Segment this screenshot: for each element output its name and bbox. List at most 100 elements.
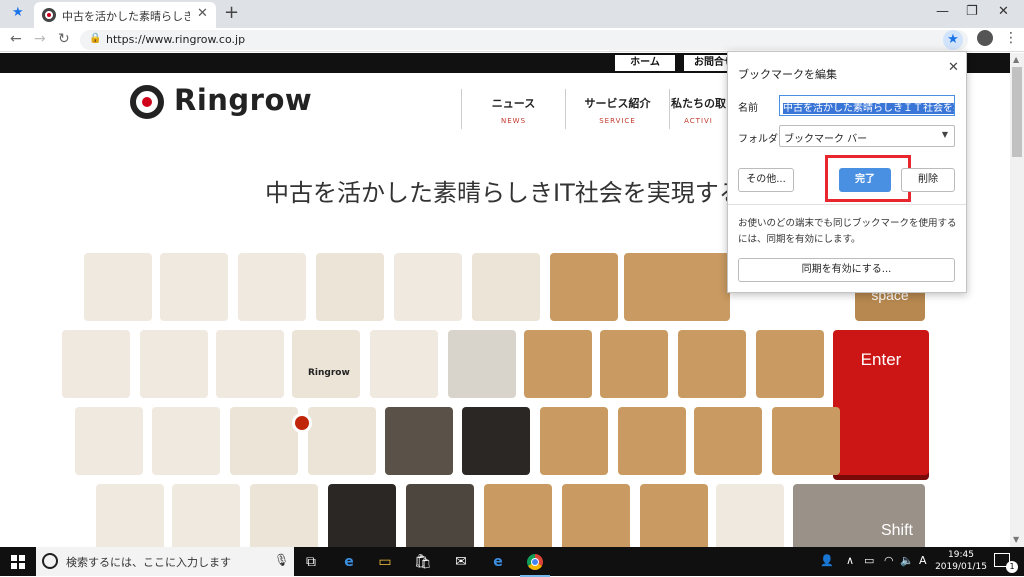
home-button[interactable]: ホーム <box>615 55 675 71</box>
microphone-icon[interactable]: 🎙 <box>274 553 289 567</box>
tab-title: 中古を活かした素晴らしきＩＴ社会を <box>62 10 190 23</box>
mosaic-key <box>394 253 462 321</box>
mosaic-key <box>618 407 686 475</box>
mosaic-key-logo-wall: Ringrow <box>292 330 360 398</box>
enable-sync-button[interactable]: 同期を有効にする... <box>738 258 955 282</box>
bookmark-star-button[interactable]: ★ <box>943 30 963 50</box>
mosaic-key <box>484 484 552 547</box>
address-bar[interactable]: 🔒 https://www.ringrow.co.jp <box>80 30 968 50</box>
bookmark-folder-select[interactable]: ブックマーク バー ▼ <box>779 125 955 147</box>
shift-key: Shift <box>793 484 925 547</box>
ime-indicator[interactable]: A <box>919 554 927 567</box>
mosaic-key <box>772 407 840 475</box>
photo-logo-text: Ringrow <box>308 368 350 378</box>
tab-close-icon[interactable]: ✕ <box>197 6 208 21</box>
mosaic-key <box>694 407 762 475</box>
mosaic-key <box>716 484 784 547</box>
mosaic-key <box>540 407 608 475</box>
ringrow-logo[interactable]: Ringrow <box>130 83 313 123</box>
profile-avatar-icon[interactable] <box>977 30 993 46</box>
search-placeholder: 検索するには、ここに入力します <box>66 556 231 569</box>
mosaic-key <box>370 330 438 398</box>
task-view-icon[interactable]: ⧉ <box>300 551 322 573</box>
mosaic-key <box>316 253 384 321</box>
clock-date: 2019/01/15 <box>935 562 987 572</box>
store-icon[interactable]: 🛍 <box>412 551 434 573</box>
battery-icon[interactable]: ▭ <box>864 554 874 567</box>
mosaic-key <box>448 330 516 398</box>
bookmark-name-input[interactable]: 中古を活かした素晴らしきＩＴ社会を実現する <box>779 95 955 116</box>
mosaic-key <box>230 407 298 475</box>
mosaic-key <box>462 407 530 475</box>
forward-arrow-icon[interactable]: → <box>34 31 46 47</box>
mosaic-key <box>328 484 396 547</box>
mosaic-key <box>524 330 592 398</box>
folder-label: フォルダ <box>738 134 778 145</box>
mosaic-key <box>308 407 376 475</box>
chrome-icon[interactable] <box>520 551 550 577</box>
mosaic-key <box>140 330 208 398</box>
scroll-down-icon[interactable]: ▼ <box>1013 535 1019 544</box>
dialog-divider <box>728 204 966 205</box>
browser-toolbar: ← → ↻ 🔒 https://www.ringrow.co.jp ★ ⋮ <box>0 28 1024 52</box>
done-button[interactable]: 完了 <box>839 168 891 192</box>
nav-service-label: サービス紹介 <box>584 97 651 110</box>
mosaic-key <box>406 484 474 547</box>
dialog-close-icon[interactable]: ✕ <box>948 60 959 75</box>
sync-description: お使いのどの端末でも同じブックマークを使用するには、同期を有効にします。 <box>738 218 957 245</box>
nav-activity[interactable]: 私たちの取 ACTIVI <box>669 89 727 129</box>
mosaic-key <box>96 484 164 547</box>
new-tab-button[interactable]: + <box>224 2 239 23</box>
browser-tab[interactable]: 中古を活かした素晴らしきＩＴ社会を ✕ <box>34 2 216 28</box>
windows-start-icon[interactable] <box>11 555 25 569</box>
file-explorer-icon[interactable]: ▭ <box>374 551 396 573</box>
reload-icon[interactable]: ↻ <box>58 31 70 47</box>
bookmark-star-icon[interactable]: ★ <box>12 5 24 20</box>
nav-news-sublabel: NEWS <box>500 117 527 125</box>
nav-news-label: ニュース <box>491 97 536 110</box>
mosaic-key-logo <box>624 253 730 321</box>
taskbar-search-box[interactable]: 検索するには、ここに入力します 🎙 <box>36 547 294 576</box>
scrollbar-thumb[interactable] <box>1012 67 1022 157</box>
more-button[interactable]: その他... <box>738 168 794 192</box>
logo-text: Ringrow <box>174 83 313 117</box>
system-clock[interactable]: 19:45 2019/01/15 <box>935 549 987 573</box>
edge-icon[interactable]: e <box>338 551 360 573</box>
nav-activity-sublabel: ACTIVI <box>684 117 713 125</box>
ie-icon[interactable]: e <box>487 551 509 573</box>
menu-kebab-icon[interactable]: ⋮ <box>1004 30 1018 46</box>
ringrow-logo-mark-icon <box>130 85 164 119</box>
nav-service[interactable]: サービス紹介 SERVICE <box>565 89 669 129</box>
people-icon[interactable]: 👤 <box>820 554 834 567</box>
delete-button[interactable]: 削除 <box>901 168 955 192</box>
volume-icon[interactable]: 🔈 <box>900 554 914 567</box>
clock-time: 19:45 <box>948 550 974 560</box>
windows-taskbar: 検索するには、ここに入力します 🎙 ⧉ e ▭ 🛍 ✉ e 👤 ∧ ▭ ◠ 🔈 … <box>0 547 1024 577</box>
maximize-button[interactable]: ❐ <box>966 4 978 19</box>
cortana-icon <box>42 553 58 569</box>
red-pin-marker <box>292 413 312 433</box>
mail-icon[interactable]: ✉ <box>450 551 472 573</box>
nav-news[interactable]: ニュース NEWS <box>461 89 565 129</box>
mosaic-key <box>84 253 152 321</box>
keyboard-photo-mosaic: space Ringrow Enter Shift <box>0 253 1010 547</box>
name-label: 名前 <box>738 103 758 114</box>
mosaic-key <box>640 484 708 547</box>
tab-strip: ★ 中古を活かした素晴らしきＩＴ社会を ✕ + — ❐ ✕ <box>0 0 1024 28</box>
mosaic-key <box>216 330 284 398</box>
window-close-button[interactable]: ✕ <box>998 4 1009 19</box>
network-icon[interactable]: ◠ <box>884 554 894 567</box>
mosaic-key <box>62 330 130 398</box>
scroll-up-icon[interactable]: ▲ <box>1013 55 1019 64</box>
page-scrollbar[interactable]: ▲ ▼ <box>1010 53 1024 547</box>
tray-chevron-icon[interactable]: ∧ <box>846 554 854 567</box>
folder-value: ブックマーク バー <box>784 134 868 145</box>
url-text: https://www.ringrow.co.jp <box>106 33 246 46</box>
mosaic-key <box>678 330 746 398</box>
enter-key: Enter <box>833 330 929 475</box>
minimize-button[interactable]: — <box>936 4 949 19</box>
back-arrow-icon[interactable]: ← <box>10 31 22 47</box>
mosaic-key <box>238 253 306 321</box>
edit-bookmark-dialog: ブックマークを編集 ✕ 名前 中古を活かした素晴らしきＩＴ社会を実現する フォル… <box>727 51 967 293</box>
lock-icon: 🔒 <box>89 33 102 44</box>
